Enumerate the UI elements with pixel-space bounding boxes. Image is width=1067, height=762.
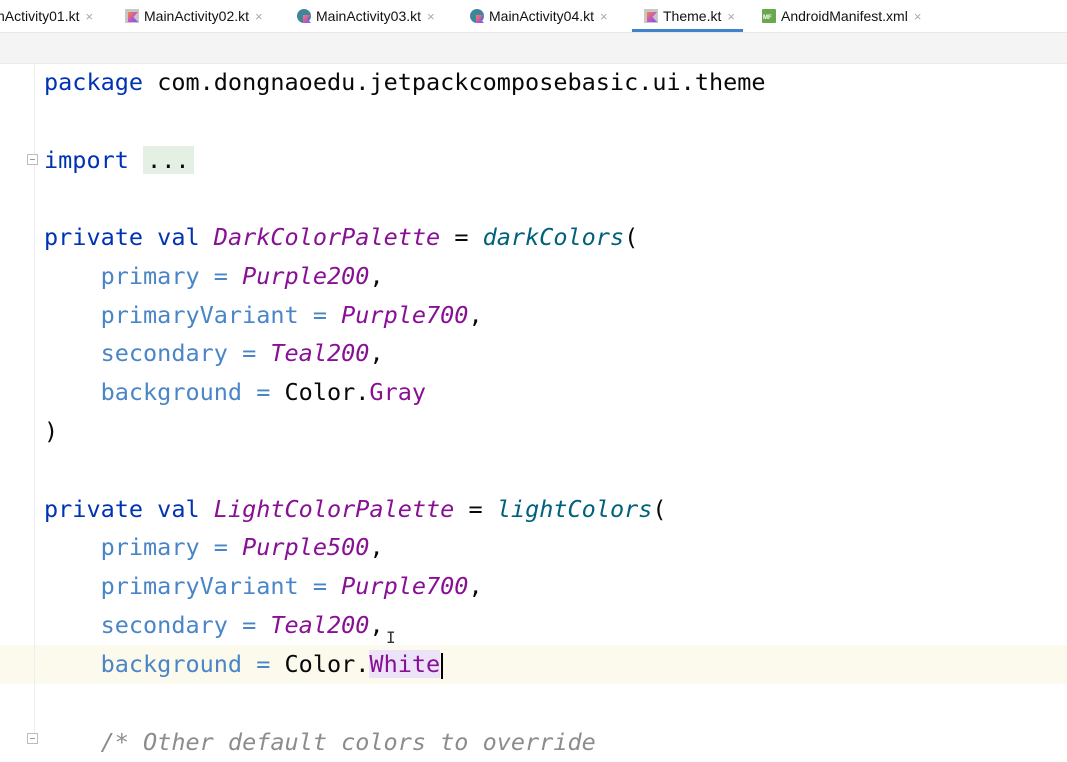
code-line[interactable]: package com.dongnaoedu.jetpackcomposebas… [44,63,766,102]
comment: /* Other default colors to override [100,728,596,756]
code-line[interactable]: secondary = Teal200, [44,606,384,645]
comma: , [369,339,384,367]
code-line[interactable]: private val DarkColorPalette = darkColor… [44,218,638,257]
keyword: import [44,146,129,174]
color-object: Color. [284,378,370,406]
param-value: Purple700 [341,572,469,600]
close-icon[interactable]: × [255,9,263,24]
param-name: primary [100,262,200,290]
tab-label: nActivity01.kt [0,8,80,24]
operator: = [227,611,271,639]
code-line[interactable]: import ... [44,141,194,180]
kotlin-class-icon [470,9,484,23]
fold-toggle-icon[interactable] [27,733,38,744]
keyword: private val [44,495,200,523]
tab-androidmanifest[interactable]: AndroidManifest.xml × [762,0,921,32]
param-value: Gray [369,378,427,406]
operator: = [227,339,271,367]
tab-mainactivity02[interactable]: MainActivity02.kt × [125,0,263,32]
tab-label: MainActivity03.kt [316,8,422,24]
paren: ) [44,417,59,445]
function-name: darkColors [482,223,625,251]
paren: ( [624,223,639,251]
operator: = [199,262,243,290]
param-value: Teal200 [270,611,370,639]
gutter-divider [34,64,35,741]
tab-label: AndroidManifest.xml [781,8,908,24]
function-name: lightColors [496,495,653,523]
param-name: primaryVariant [100,301,299,329]
operator: = [199,533,243,561]
operator: = [298,301,342,329]
tab-label: MainActivity04.kt [489,8,595,24]
code-line[interactable]: ) [44,412,58,451]
operator: = [298,572,342,600]
tab-mainactivity04[interactable]: MainActivity04.kt × [470,0,608,32]
property-name: DarkColorPalette [213,223,441,251]
close-icon[interactable]: × [85,9,93,24]
tab-label: Theme.kt [663,8,722,24]
ibeam-cursor-icon: I [386,628,396,647]
operator: = [242,378,285,406]
kotlin-file-icon [125,9,139,23]
code-line[interactable]: /* Other default colors to override [44,723,596,762]
code-line[interactable]: primary = Purple200, [44,257,384,296]
text-caret [441,652,444,679]
param-value: White [369,650,441,678]
fold-toggle-icon[interactable] [27,154,38,165]
operator: = [440,223,483,251]
code-line[interactable]: secondary = Teal200, [44,334,384,373]
param-name: primary [100,533,200,561]
operator: = [454,495,497,523]
tab-mainactivity03[interactable]: MainActivity03.kt × [297,0,435,32]
code-line[interactable]: primaryVariant = Purple700, [44,296,483,335]
kotlin-file-icon [644,9,658,23]
comma: , [369,533,384,561]
param-name: background [100,378,243,406]
editor-tab-bar: nActivity01.kt × MainActivity02.kt × Mai… [0,0,1067,33]
close-icon[interactable]: × [600,9,608,24]
property-name: LightColorPalette [213,495,455,523]
param-value: Purple700 [341,301,469,329]
comma: , [369,611,384,639]
keyword: package [44,68,144,96]
tab-theme[interactable]: Theme.kt × [632,0,743,32]
breadcrumb-strip [0,33,1067,64]
comma: , [468,572,483,600]
param-value: Purple200 [242,262,370,290]
operator: = [242,650,285,678]
close-icon[interactable]: × [914,9,922,24]
tab-label: MainActivity02.kt [144,8,250,24]
param-value: Purple500 [242,533,370,561]
folded-imports[interactable]: ... [143,146,194,174]
manifest-file-icon [762,9,776,23]
code-line[interactable]: primaryVariant = Purple700, [44,567,483,606]
paren: ( [652,495,667,523]
code-line-current[interactable]: background = Color.White [44,645,444,684]
param-name: secondary [100,339,228,367]
close-icon[interactable]: × [727,9,735,24]
code-line[interactable]: primary = Purple500, [44,528,384,567]
param-name: secondary [100,611,228,639]
tab-mainactivity01[interactable]: nActivity01.kt × [0,0,93,32]
comma: , [468,301,483,329]
kotlin-class-icon [297,9,311,23]
keyword: private val [44,223,200,251]
param-name: background [100,650,243,678]
code-line[interactable]: background = Color.Gray [44,373,426,412]
color-object: Color. [284,650,370,678]
package-path: com.dongnaoedu.jetpackcomposebasic.ui.th… [143,68,766,96]
param-value: Teal200 [270,339,370,367]
param-name: primaryVariant [100,572,299,600]
close-icon[interactable]: × [427,9,435,24]
code-line[interactable]: private val LightColorPalette = lightCol… [44,490,667,529]
comma: , [369,262,384,290]
